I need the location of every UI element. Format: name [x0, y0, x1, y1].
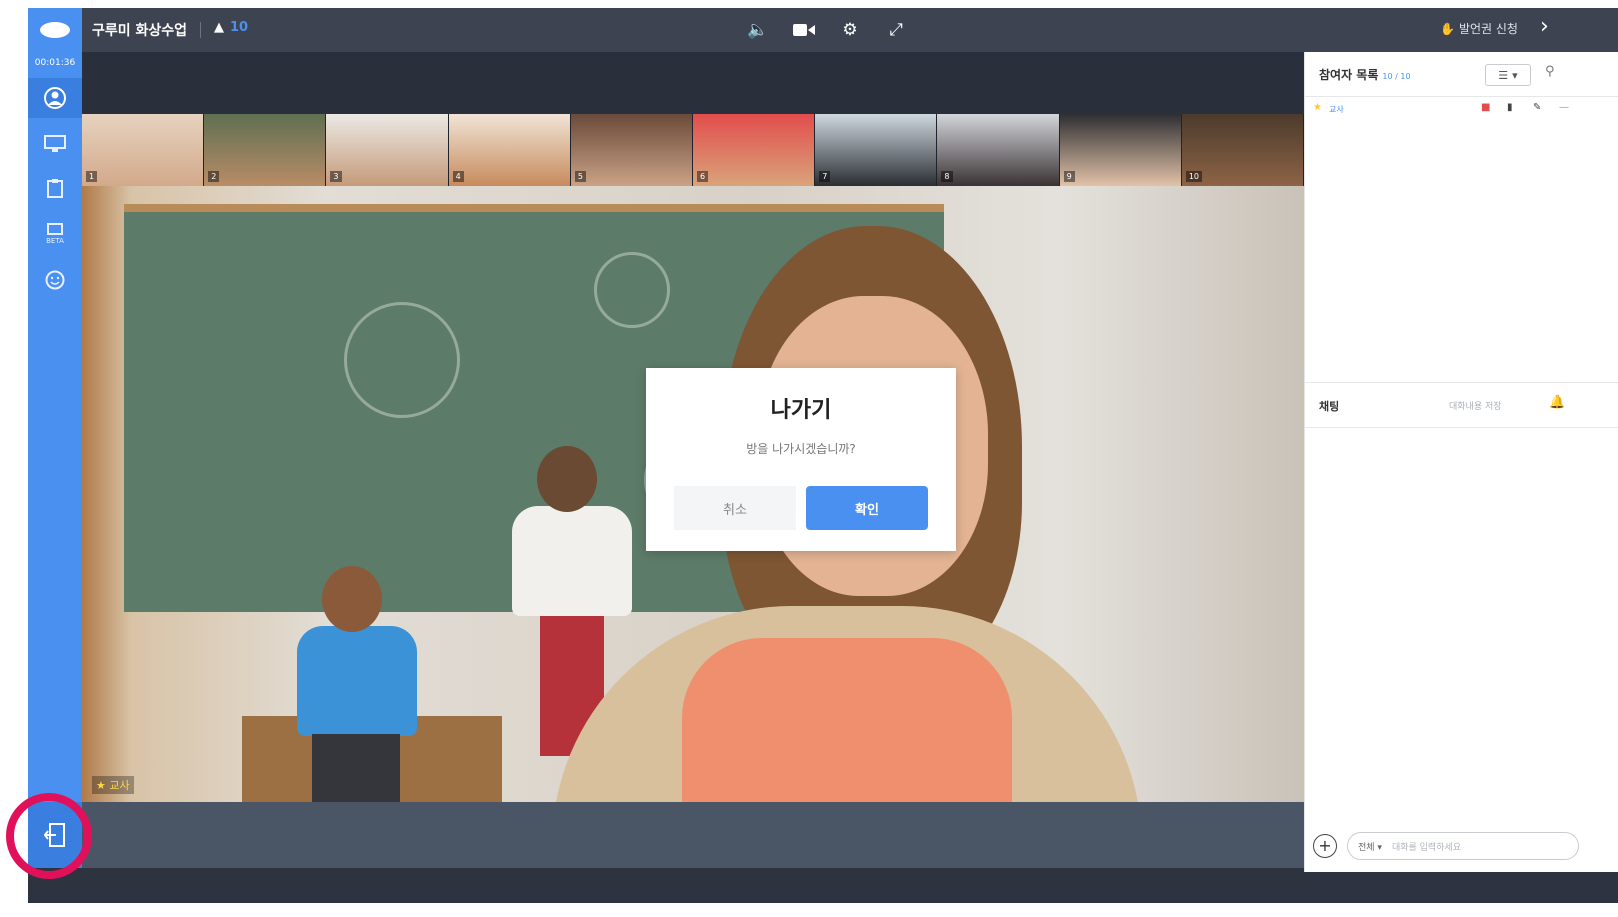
cancel-button[interactable]: 취소 — [674, 486, 796, 530]
thumbnail-tag: 3 — [330, 171, 342, 182]
list-icon: ☰ — [1498, 68, 1509, 82]
video-top-band — [82, 52, 1304, 114]
request-speak-label: 발언권 신청 — [1458, 22, 1518, 36]
camera-status-icon[interactable]: ■ — [1481, 102, 1490, 113]
participant-thumbnail[interactable]: 10 — [1181, 114, 1305, 186]
participants-header: 참여자 목록 10 / 10 ☰ ▾ ⚲ — [1305, 52, 1618, 97]
speaker-label: 교사 — [109, 779, 130, 792]
thumbnail-tag: 10 — [1185, 171, 1203, 182]
sidebar-item-beta[interactable]: BETA — [28, 214, 82, 254]
chat-placeholder: 대화를 입력하세요 — [1391, 842, 1462, 853]
highlight-ring — [6, 793, 92, 879]
thumbnail-tag: 8 — [941, 171, 953, 182]
thumbnail-tag: 9 — [1063, 171, 1075, 182]
speaker-badge: ★ 교사 — [92, 776, 134, 794]
chat-input[interactable]: 전체 ▾ 대화를 입력하세요 — [1347, 832, 1579, 860]
exit-confirm-dialog: 나가기 방을 나가시겠습니까? 취소 확인 — [646, 368, 956, 551]
participant-list-item[interactable]: ★ 교사 ■ ▮ ✎ — — [1305, 100, 1618, 122]
participant-thumbnail[interactable]: 9 — [1059, 114, 1182, 186]
participant-thumbnail[interactable]: 6 — [693, 114, 816, 186]
more-icon[interactable]: — — [1559, 102, 1569, 113]
participants-sub: 10 / 10 — [1382, 72, 1411, 81]
plus-icon[interactable]: + — [1313, 834, 1337, 858]
eye-logo-icon — [40, 22, 70, 38]
chevron-down-icon: ▾ — [1512, 68, 1518, 82]
participant-thumbnails: 1 2 3 4 5 6 7 8 9 10 — [82, 114, 1305, 186]
sidebar-item-screen-share[interactable] — [28, 124, 82, 164]
mic-icon[interactable]: ▮ — [1507, 102, 1513, 113]
monitor-icon — [44, 135, 66, 152]
chat-input-row: + 전체 ▾ 대화를 입력하세요 — [1313, 832, 1613, 862]
chat-target-select[interactable]: 전체 ▾ — [1358, 840, 1382, 853]
request-speak-button[interactable]: ✋ 발언권 신청 — [1440, 20, 1518, 37]
person-icon: ▲ — [214, 20, 224, 35]
logo[interactable] — [28, 8, 82, 52]
search-icon[interactable]: ⚲ — [1545, 64, 1555, 79]
hand-icon: ✋ — [1440, 21, 1455, 36]
pen-icon[interactable]: ✎ — [1533, 102, 1541, 113]
beta-label: BETA — [46, 237, 64, 245]
sidebar-item-document[interactable] — [28, 168, 82, 208]
participant-thumbnail[interactable]: 7 — [815, 114, 938, 186]
top-bar: 구루미 화상수업 ▲ 10 🔈 ⚙ ⤢ ✋ 발언권 신청 › — [28, 8, 1618, 52]
right-panel: 참여자 목록 10 / 10 ☰ ▾ ⚲ ★ 교사 ■ ▮ ✎ — 채팅 대화내용 … — [1304, 52, 1618, 872]
thumbnail-tag: 7 — [819, 171, 831, 182]
user-circle-icon — [44, 87, 66, 109]
expand-icon[interactable]: ⤢ — [884, 18, 908, 42]
thumbnail-tag: 1 — [86, 171, 98, 182]
participant-name: 교사 — [1329, 105, 1344, 114]
chevron-right-icon[interactable]: › — [1540, 14, 1549, 39]
participant-thumbnail[interactable]: 5 — [570, 114, 694, 186]
bottom-bar — [28, 802, 1304, 868]
dialog-message: 방을 나가시겠습니까? — [746, 442, 856, 456]
smile-icon — [45, 270, 65, 290]
dialog-title: 나가기 — [770, 398, 832, 423]
participant-thumbnail[interactable]: 8 — [937, 114, 1060, 186]
confirm-button[interactable]: 확인 — [806, 486, 928, 530]
gear-icon[interactable]: ⚙ — [838, 18, 862, 42]
bell-icon[interactable]: 🔔 — [1549, 395, 1565, 410]
thumbnail-tag: 6 — [697, 171, 709, 182]
view-mode-select[interactable]: ☰ ▾ — [1485, 64, 1531, 86]
session-timer: 00:01:36 — [34, 58, 76, 68]
thumbnail-tag: 4 — [452, 171, 464, 182]
chat-header: 채팅 대화내용 저장 🔔 — [1305, 382, 1618, 428]
sidebar-item-emoji[interactable] — [28, 260, 82, 300]
chat-title: 채팅 — [1319, 400, 1340, 413]
save-chat-link[interactable]: 대화내용 저장 — [1449, 399, 1502, 412]
room-title: 구루미 화상수업 — [92, 23, 188, 39]
speaker-icon[interactable]: 🔈 — [746, 18, 770, 42]
participant-thumbnail[interactable]: 4 — [448, 114, 571, 186]
clipboard-icon — [47, 179, 63, 198]
participant-thumbnail[interactable]: 2 — [204, 114, 327, 186]
participant-count-value: 10 — [230, 20, 249, 35]
thumbnail-tag: 2 — [208, 171, 220, 182]
board-icon — [47, 223, 63, 235]
chat-target-label: 전체 — [1358, 842, 1375, 853]
participant-thumbnail[interactable]: 1 — [82, 114, 205, 186]
left-sidebar: 00:01:36 BETA — [28, 52, 82, 802]
participants-title: 참여자 목록 — [1319, 68, 1379, 82]
camera-icon[interactable] — [792, 18, 816, 42]
divider — [200, 22, 201, 38]
thumbnail-tag: 5 — [574, 171, 586, 182]
student-figure — [292, 556, 422, 802]
participant-count: ▲ 10 — [214, 20, 248, 35]
participant-thumbnail[interactable]: 3 — [326, 114, 449, 186]
star-icon: ★ — [1313, 102, 1322, 113]
sidebar-item-participants[interactable] — [28, 78, 82, 118]
